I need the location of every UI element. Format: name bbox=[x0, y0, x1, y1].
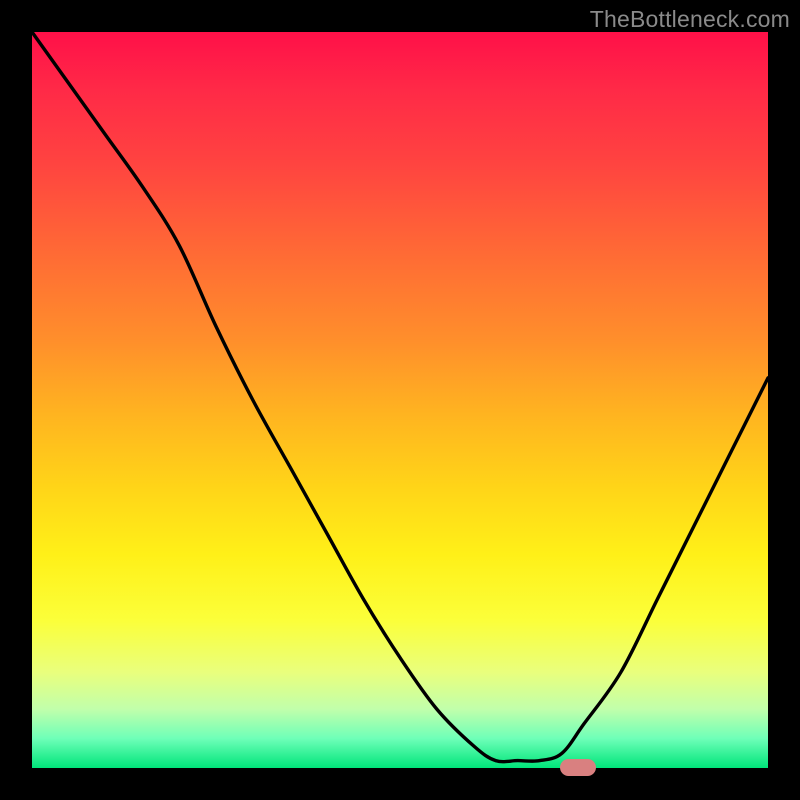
optimum-marker bbox=[560, 759, 596, 776]
chart-frame: TheBottleneck.com bbox=[0, 0, 800, 800]
bottleneck-curve bbox=[32, 32, 768, 768]
watermark-text: TheBottleneck.com bbox=[590, 6, 790, 33]
